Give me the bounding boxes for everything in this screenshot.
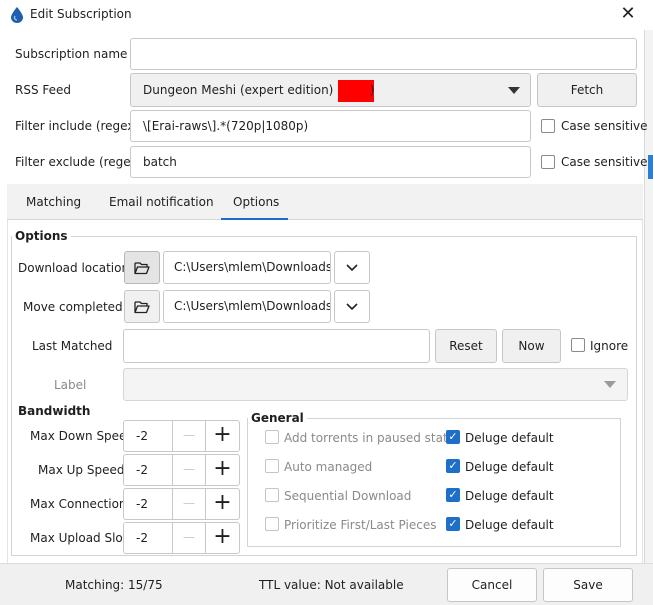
ignore-label: Ignore [590, 339, 629, 353]
add-paused-label: Add torrents in paused state [284, 431, 456, 445]
filter-exclude-case-sensitive-label: Case sensitive [561, 155, 648, 169]
download-location-label: Download location [18, 261, 130, 275]
tab-matching[interactable]: Matching [26, 195, 81, 209]
max-connections-decrement[interactable]: — [172, 488, 206, 520]
filter-include-case-sensitive-label: Case sensitive [561, 119, 648, 133]
ignore-checkbox[interactable] [571, 338, 585, 352]
rss-feed-redaction [337, 79, 374, 102]
prioritize-pieces-default-checkbox[interactable]: ✓ [446, 517, 460, 531]
max-upload-slots-decrement[interactable]: — [172, 522, 206, 554]
prioritize-pieces-label: Prioritize First/Last Pieces [284, 518, 437, 532]
sequential-download-label: Sequential Download [284, 489, 412, 503]
sequential-download-checkbox[interactable] [265, 488, 279, 502]
prioritize-pieces-checkbox[interactable] [265, 517, 279, 531]
bandwidth-title: Bandwidth [18, 404, 91, 418]
rss-feed-select[interactable]: Dungeon Meshi (expert edition) () [130, 73, 531, 107]
auto-managed-default-checkbox[interactable]: ✓ [446, 459, 460, 473]
max-up-speed-increment[interactable]: + [205, 454, 240, 486]
max-connections-label: Max Connections [30, 497, 133, 511]
deluge-logo-icon [11, 7, 23, 23]
add-paused-default-label: Deluge default [465, 431, 554, 445]
fetch-button[interactable]: Fetch [537, 73, 637, 107]
max-down-speed-input[interactable]: -2 [123, 420, 172, 452]
move-completed-browse-button[interactable] [124, 290, 160, 323]
auto-managed-label: Auto managed [284, 460, 373, 474]
prioritize-pieces-default-label: Deluge default [465, 518, 554, 532]
window-title: Edit Subscription [30, 7, 132, 21]
folder-open-icon [134, 262, 150, 275]
move-completed-label: Move completed [23, 300, 123, 314]
background-window-selection [648, 155, 653, 179]
filter-include-label: Filter include (regex) [15, 119, 140, 133]
max-up-speed-label: Max Up Speed [38, 463, 125, 477]
general-group-title: General [248, 411, 307, 425]
move-completed-dropdown-button[interactable] [334, 290, 370, 323]
add-paused-checkbox[interactable] [265, 430, 279, 444]
max-connections-input[interactable]: -2 [123, 488, 172, 520]
max-down-speed-increment[interactable]: + [205, 420, 240, 452]
add-paused-default-checkbox[interactable]: ✓ [446, 430, 460, 444]
caret-down-icon [604, 381, 616, 388]
max-down-speed-decrement[interactable]: — [172, 420, 206, 452]
max-up-speed-input[interactable]: -2 [123, 454, 172, 486]
caret-down-icon [508, 87, 520, 94]
download-location-dropdown-button[interactable] [334, 251, 370, 284]
filter-exclude-input[interactable]: batch [130, 146, 531, 178]
save-button[interactable]: Save [543, 568, 633, 602]
last-matched-label: Last Matched [32, 339, 113, 353]
background-window-edge [644, 30, 653, 605]
chevron-down-icon [346, 264, 358, 272]
now-button[interactable]: Now [502, 329, 561, 363]
auto-managed-default-label: Deluge default [465, 460, 554, 474]
chevron-down-icon [346, 303, 358, 311]
max-upload-slots-input[interactable]: -2 [123, 522, 172, 554]
subscription-name-input[interactable] [130, 38, 637, 70]
max-up-speed-decrement[interactable]: — [172, 454, 206, 486]
last-matched-input[interactable] [123, 329, 430, 363]
filter-exclude-case-sensitive-checkbox[interactable] [541, 155, 555, 169]
rss-feed-label: RSS Feed [15, 83, 72, 97]
max-down-speed-label: Max Down Speed [30, 429, 135, 443]
download-location-browse-button[interactable] [124, 251, 160, 284]
max-upload-slots-label: Max Upload Slots [30, 531, 134, 545]
sequential-download-default-checkbox[interactable]: ✓ [446, 488, 460, 502]
reset-button[interactable]: Reset [435, 329, 497, 363]
subscription-name-label: Subscription name [15, 47, 128, 61]
filter-include-input[interactable]: \[Erai-raws\].*(720p|1080p) [130, 110, 531, 142]
rss-feed-select-value: Dungeon Meshi (expert edition) ( [143, 83, 342, 97]
matching-status: Matching: 15/75 [65, 578, 163, 592]
download-location-input[interactable]: C:\Users\mlem\Downloads [163, 251, 331, 284]
move-completed-input[interactable]: C:\Users\mlem\Downloads [163, 290, 331, 323]
auto-managed-checkbox[interactable] [265, 459, 279, 473]
tab-bar [7, 184, 643, 220]
folder-open-icon [134, 301, 150, 314]
label-label: Label [54, 378, 87, 392]
filter-include-case-sensitive-checkbox[interactable] [541, 119, 555, 133]
cancel-button[interactable]: Cancel [447, 568, 537, 602]
tab-options[interactable]: Options [233, 195, 279, 209]
sequential-download-default-label: Deluge default [465, 489, 554, 503]
filter-exclude-label: Filter exclude (regex) [15, 155, 143, 169]
rss-feed-select-value-tail: ) [369, 83, 375, 97]
max-connections-increment[interactable]: + [205, 488, 240, 520]
max-upload-slots-increment[interactable]: + [205, 522, 240, 554]
close-icon[interactable]: ✕ [617, 3, 639, 25]
ttl-status: TTL value: Not available [259, 578, 404, 592]
label-select[interactable] [123, 368, 628, 401]
options-group-title: Options [12, 229, 71, 243]
tab-email-notification[interactable]: Email notification [109, 195, 214, 209]
